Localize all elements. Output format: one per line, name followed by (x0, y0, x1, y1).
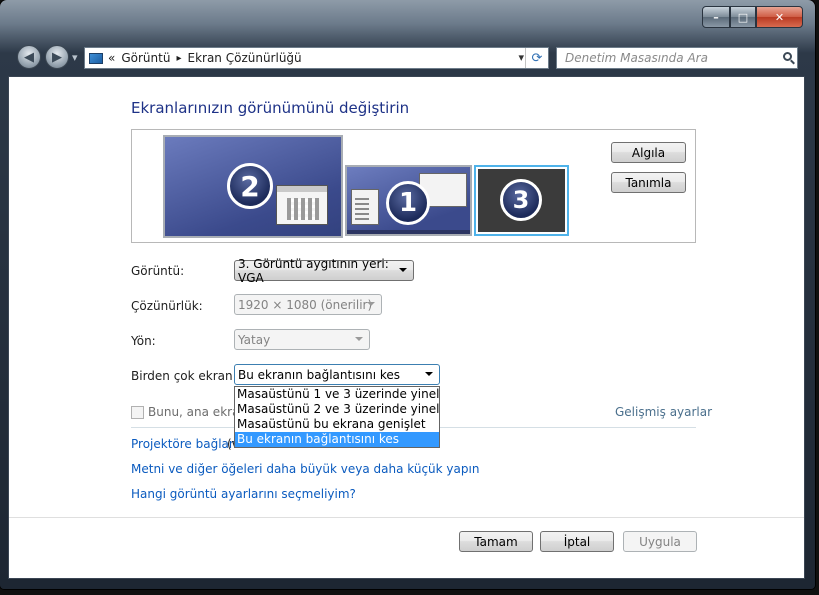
multiple-displays-select[interactable]: Bu ekranın bağlantısını kes (234, 364, 440, 385)
dropdown-option-duplicate-1-3[interactable]: Masaüstünü 1 ve 3 üzerinde yinele (235, 387, 439, 402)
ok-button[interactable]: Tamam (459, 531, 533, 552)
breadcrumb-item-resolution[interactable]: Ekran Çözünürlüğü (187, 51, 301, 65)
orientation-select-value: Yatay (238, 332, 271, 347)
breadcrumb-item-display[interactable]: Görüntü (121, 51, 170, 65)
caption-buttons: – □ ✕ (702, 6, 803, 28)
chevron-down-icon (367, 302, 375, 306)
dropdown-option-duplicate-2-3[interactable]: Masaüstünü 2 ve 3 üzerinde yinele (235, 402, 439, 417)
address-dropdown-button[interactable]: ▾ (518, 51, 524, 64)
which-settings-link[interactable]: Hangi görüntü ayarlarını seçmeliyim? (131, 487, 356, 501)
search-input[interactable]: Denetim Masasında Ara (565, 51, 708, 65)
search-icon-handle (790, 59, 795, 65)
monitor-number-3: 3 (500, 179, 542, 221)
minimize-icon: – (713, 10, 719, 24)
orientation-select[interactable]: Yatay (234, 329, 370, 350)
monitor-3[interactable]: 3 (474, 165, 569, 236)
dropdown-option-extend[interactable]: Masaüstünü bu ekrana genişlet (235, 417, 439, 432)
close-icon: ✕ (774, 10, 785, 24)
chevron-down-icon (425, 372, 433, 376)
resolution-select[interactable]: 1920 × 1080 (önerilir) (234, 294, 382, 315)
maximize-button[interactable]: □ (730, 6, 756, 28)
chevron-down-icon (399, 268, 407, 272)
resolution-label: Çözünürlük: (131, 299, 203, 313)
search-box[interactable]: Denetim Masasında Ara (556, 47, 798, 69)
recent-pages-button[interactable]: ▾ (72, 51, 78, 64)
window-frame: – □ ✕ ◀ ▶ ▾ « Görüntü ▸ Ekran Çözünürlüğ… (0, 0, 815, 589)
monitor-number-2: 2 (227, 163, 273, 209)
detect-button[interactable]: Algıla (611, 142, 686, 163)
cancel-button[interactable]: İptal (540, 531, 614, 552)
control-panel-icon (89, 52, 103, 64)
multiple-displays-select-value: Bu ekranın bağlantısını kes (238, 367, 401, 382)
divider (9, 517, 804, 518)
maximize-icon: □ (737, 10, 749, 24)
identify-button[interactable]: Tanımla (611, 172, 686, 193)
refresh-icon: ⟳ (531, 50, 543, 66)
multiple-displays-label: Birden çok ekran: (131, 369, 237, 383)
chevron-down-icon: ▾ (518, 51, 524, 64)
monitor-number-1: 1 (386, 181, 430, 225)
forward-arrow-icon: ▶ (52, 49, 62, 65)
back-button[interactable]: ◀ (17, 45, 41, 69)
orientation-label: Yön: (131, 334, 156, 348)
close-button[interactable]: ✕ (756, 6, 803, 28)
main-display-checkbox-label: Bunu, ana ekran (148, 405, 248, 419)
text-size-link[interactable]: Metni ve diğer öğeleri daha büyük veya d… (131, 462, 479, 476)
chevron-down-icon (355, 337, 363, 341)
breadcrumb-separator-icon[interactable]: ▸ (176, 53, 181, 64)
resolution-select-value: 1920 × 1080 (önerilir) (238, 297, 373, 312)
main-display-checkbox[interactable] (131, 406, 144, 419)
window-thumbnail-icon (276, 185, 328, 225)
monitor-2[interactable]: 2 (163, 135, 343, 238)
display-select-value: 3. Görüntü aygıtının yeri: VGA (238, 256, 389, 285)
monitor-1[interactable]: 1 (345, 165, 472, 236)
chevron-down-icon: ▾ (72, 51, 78, 64)
multiple-displays-dropdown: Masaüstünü 1 ve 3 üzerinde yinele Masaüs… (234, 386, 440, 448)
monitor-preview: 2 1 3 Algıla Tanımla (131, 129, 696, 243)
address-bar[interactable]: « Görüntü ▸ Ekran Çözünürlüğü ▾ ⟳ (84, 47, 549, 69)
display-select[interactable]: 3. Görüntü aygıtının yeri: VGA (234, 257, 414, 285)
advanced-settings-link[interactable]: Gelişmiş ayarlar (615, 405, 712, 419)
apply-button[interactable]: Uygula (623, 531, 697, 552)
content-area: Ekranlarınızın görünümünü değiştirin 2 1 (8, 76, 805, 579)
back-arrow-icon: ◀ (24, 49, 34, 65)
dropdown-option-disconnect[interactable]: Bu ekranın bağlantısını kes (235, 432, 439, 447)
window-thumbnail-icon (351, 189, 379, 225)
refresh-button[interactable]: ⟳ (525, 48, 548, 68)
display-label: Görüntü: (131, 264, 185, 278)
navigation-bar: ◀ ▶ ▾ « Görüntü ▸ Ekran Çözünürlüğü ▾ ⟳ … (0, 40, 815, 76)
page-title: Ekranlarınızın görünümünü değiştirin (131, 99, 410, 117)
breadcrumb-overflow-icon[interactable]: « (108, 51, 115, 65)
connect-projector-link[interactable]: Projektöre bağlan (131, 437, 237, 451)
minimize-button[interactable]: – (702, 6, 730, 28)
forward-button[interactable]: ▶ (45, 45, 69, 69)
